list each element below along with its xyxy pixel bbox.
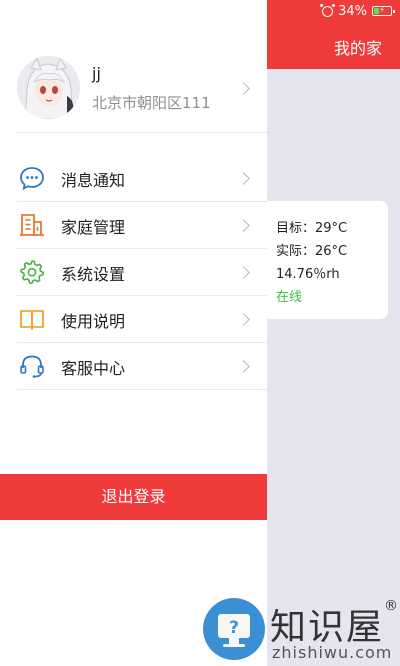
- menu-list: 消息通知 家庭管理 系统设置 使用说明 客服中心: [0, 155, 267, 390]
- menu-label: 消息通知: [61, 171, 126, 190]
- watermark-url: zhishiwu.com: [272, 643, 393, 662]
- svg-text:?: ?: [229, 618, 239, 638]
- home-title[interactable]: 我的家: [334, 35, 382, 59]
- avatar[interactable]: [17, 56, 80, 119]
- user-address: 北京市朝阳区111: [92, 94, 211, 112]
- gear-icon: [19, 259, 45, 285]
- divider: [17, 389, 267, 390]
- chevron-right-icon: [237, 360, 250, 373]
- battery-icon: ⚡: [372, 6, 395, 16]
- book-icon: [19, 306, 45, 332]
- menu-label: 系统设置: [61, 265, 126, 284]
- battery-percent: 34%: [338, 3, 367, 19]
- chevron-right-icon: [237, 82, 250, 95]
- profile-row[interactable]: jj 北京市朝阳区111: [0, 44, 267, 134]
- target-temperature: 目标：29°C: [276, 221, 348, 236]
- watermark-logo: ?: [203, 598, 265, 660]
- chevron-right-icon: [237, 266, 250, 279]
- building-icon: [19, 212, 45, 238]
- logout-button[interactable]: 退出登录: [0, 474, 267, 520]
- side-drawer: jj 北京市朝阳区111 消息通知 家庭管理 系统设置 使用说明 客服中心 退出…: [0, 0, 267, 666]
- chevron-right-icon: [237, 219, 250, 232]
- menu-item-family[interactable]: 家庭管理: [0, 202, 267, 249]
- menu-item-notifications[interactable]: 消息通知: [0, 155, 267, 202]
- humidity: 14.76％rh: [276, 267, 340, 282]
- app-bar: 我的家: [266, 22, 400, 69]
- actual-temperature: 实际：26°C: [276, 244, 348, 259]
- status-bar: 34% ⚡: [266, 0, 400, 22]
- menu-label: 使用说明: [61, 312, 126, 331]
- menu-item-settings[interactable]: 系统设置: [0, 249, 267, 296]
- menu-item-support[interactable]: 客服中心: [0, 343, 267, 390]
- headset-icon: [19, 353, 45, 379]
- menu-item-manual[interactable]: 使用说明: [0, 296, 267, 343]
- divider: [17, 132, 267, 133]
- message-icon: [19, 165, 45, 191]
- menu-label: 客服中心: [61, 359, 126, 378]
- user-name: jj: [92, 64, 101, 83]
- menu-label: 家庭管理: [61, 218, 126, 237]
- device-card[interactable]: 目标：29°C 实际：26°C 14.76％rh 在线: [262, 201, 388, 319]
- chevron-right-icon: [237, 313, 250, 326]
- online-status: 在线: [276, 290, 303, 305]
- alarm-icon: [320, 3, 336, 17]
- chevron-right-icon: [237, 172, 250, 185]
